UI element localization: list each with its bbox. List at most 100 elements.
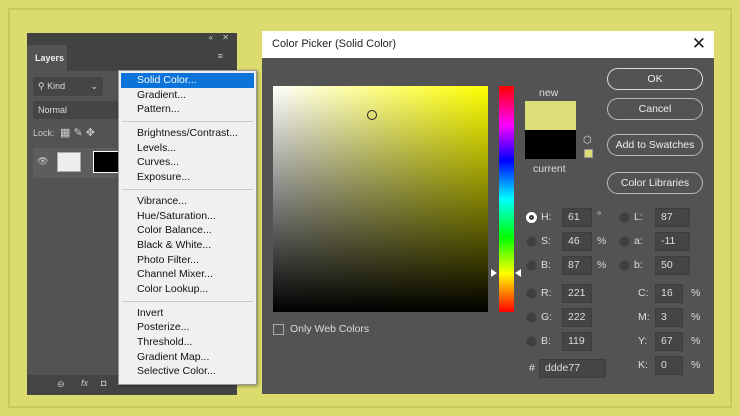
brightness-unit: % — [597, 259, 607, 271]
menu-item[interactable]: Color Lookup... — [121, 282, 254, 297]
menu-item[interactable]: Curves... — [121, 155, 254, 170]
menu-item[interactable]: Black & White... — [121, 238, 254, 253]
close-icon[interactable]: ✕ — [692, 34, 706, 54]
l-label: L: — [634, 211, 643, 223]
ok-button[interactable]: OK — [607, 68, 703, 90]
collapse-icon[interactable]: « — [209, 33, 213, 42]
only-web-colors-checkbox[interactable] — [273, 324, 284, 335]
color-libraries-button[interactable]: Color Libraries — [607, 172, 703, 194]
menu-item[interactable]: Color Balance... — [121, 223, 254, 238]
menu-item[interactable]: Threshold... — [121, 335, 254, 350]
a-label: a: — [634, 235, 643, 247]
current-label: current — [533, 163, 566, 175]
y-label: Y: — [638, 335, 648, 347]
radio-l[interactable] — [619, 212, 630, 223]
hue-slider-handle-right[interactable] — [515, 269, 521, 277]
menu-item[interactable]: Brightness/Contrast... — [121, 126, 254, 141]
k-input[interactable]: 0 — [655, 356, 683, 375]
radio-blue[interactable] — [526, 336, 537, 347]
close-panel-icon[interactable]: ✕ — [222, 33, 229, 42]
h-unit: ° — [597, 210, 602, 222]
menu-item[interactable]: Exposure... — [121, 170, 254, 185]
current-color-swatch[interactable] — [525, 130, 576, 159]
menu-item[interactable]: Hue/Saturation... — [121, 209, 254, 224]
dialog-title: Color Picker (Solid Color) — [262, 31, 714, 58]
s-unit: % — [597, 235, 607, 247]
l-input[interactable]: 87 — [655, 208, 690, 227]
s-label: S: — [541, 235, 551, 247]
s-input[interactable]: 46 — [562, 232, 592, 251]
r-input[interactable]: 221 — [562, 284, 592, 303]
menu-item[interactable]: Gradient... — [121, 88, 254, 103]
menu-item[interactable]: Invert — [121, 306, 254, 321]
mask-thumbnail — [93, 151, 119, 173]
menu-item-solid-color[interactable]: Solid Color... — [121, 73, 254, 88]
m-unit: % — [691, 311, 701, 323]
h-input[interactable]: 61 — [562, 208, 592, 227]
hue-slider[interactable] — [499, 86, 514, 312]
radio-s[interactable] — [526, 236, 537, 247]
r-label: R: — [541, 287, 552, 299]
web-safe-swatch[interactable] — [584, 149, 593, 158]
y-input[interactable]: 67 — [655, 332, 683, 351]
menu-item[interactable]: Channel Mixer... — [121, 267, 254, 282]
mask-icon[interactable]: ◘ — [101, 378, 106, 388]
menu-item[interactable]: Gradient Map... — [121, 350, 254, 365]
hue-slider-handle-left[interactable] — [491, 269, 497, 277]
color-picker-dialog: Color Picker (Solid Color) ✕ new current… — [262, 31, 714, 394]
a-input[interactable]: -11 — [655, 232, 690, 251]
g-input[interactable]: 222 — [562, 308, 592, 327]
blend-mode-select[interactable]: Normal — [33, 101, 123, 119]
m-label: M: — [638, 311, 650, 323]
menu-item[interactable]: Vibrance... — [121, 194, 254, 209]
tab-layers[interactable]: Layers — [27, 45, 67, 71]
radio-b-lab[interactable] — [619, 260, 630, 271]
k-label: K: — [638, 359, 648, 371]
c-unit: % — [691, 287, 701, 299]
new-color-swatch — [525, 101, 576, 130]
radio-r[interactable] — [526, 288, 537, 299]
only-web-colors-label: Only Web Colors — [290, 323, 370, 335]
filter-kind-select[interactable]: ⚲ Kind ⌄ — [33, 77, 103, 96]
c-input[interactable]: 16 — [655, 284, 683, 303]
color-cursor[interactable] — [367, 110, 377, 120]
menu-item[interactable]: Selective Color... — [121, 364, 254, 379]
divider — [122, 121, 253, 123]
add-to-swatches-button[interactable]: Add to Swatches — [607, 134, 703, 156]
g-label: G: — [541, 311, 553, 323]
divider — [122, 300, 253, 302]
divider — [122, 188, 253, 190]
panel-menu-icon[interactable]: ≡ — [218, 51, 223, 61]
hex-input[interactable]: ddde77 — [539, 359, 606, 378]
color-field[interactable] — [273, 86, 488, 312]
brightness-input[interactable]: 87 — [562, 256, 592, 275]
cancel-button[interactable]: Cancel — [607, 98, 703, 120]
blue-label: B: — [541, 335, 551, 347]
panel-header: «✕ — [27, 33, 237, 45]
radio-h[interactable] — [526, 212, 537, 223]
menu-item[interactable]: Posterize... — [121, 320, 254, 335]
menu-item[interactable]: Levels... — [121, 141, 254, 156]
radio-a[interactable] — [619, 236, 630, 247]
b-lab-input[interactable]: 50 — [655, 256, 690, 275]
eye-icon[interactable]: 👁 — [37, 156, 48, 167]
brightness-label: B: — [541, 259, 551, 271]
k-unit: % — [691, 359, 701, 371]
b-lab-label: b: — [634, 259, 643, 271]
filter-kind-label: Kind — [47, 81, 66, 91]
lock-icons[interactable]: ▦ ✎ ✥ — [60, 126, 95, 139]
blue-input[interactable]: 119 — [562, 332, 592, 351]
layer-thumbnail — [57, 152, 81, 172]
cube-warning-icon[interactable]: ⬡ — [583, 135, 592, 146]
radio-g[interactable] — [526, 312, 537, 323]
y-unit: % — [691, 335, 701, 347]
fx-icon[interactable]: fx — [81, 378, 88, 388]
new-label: new — [539, 87, 559, 99]
menu-item[interactable]: Photo Filter... — [121, 253, 254, 268]
adjustment-menu: Solid Color... Gradient... Pattern... Br… — [118, 70, 257, 385]
link-icon[interactable]: ⊖ — [57, 379, 65, 390]
radio-brightness[interactable] — [526, 260, 537, 271]
m-input[interactable]: 3 — [655, 308, 683, 327]
menu-item[interactable]: Pattern... — [121, 102, 254, 117]
c-label: C: — [638, 287, 649, 299]
